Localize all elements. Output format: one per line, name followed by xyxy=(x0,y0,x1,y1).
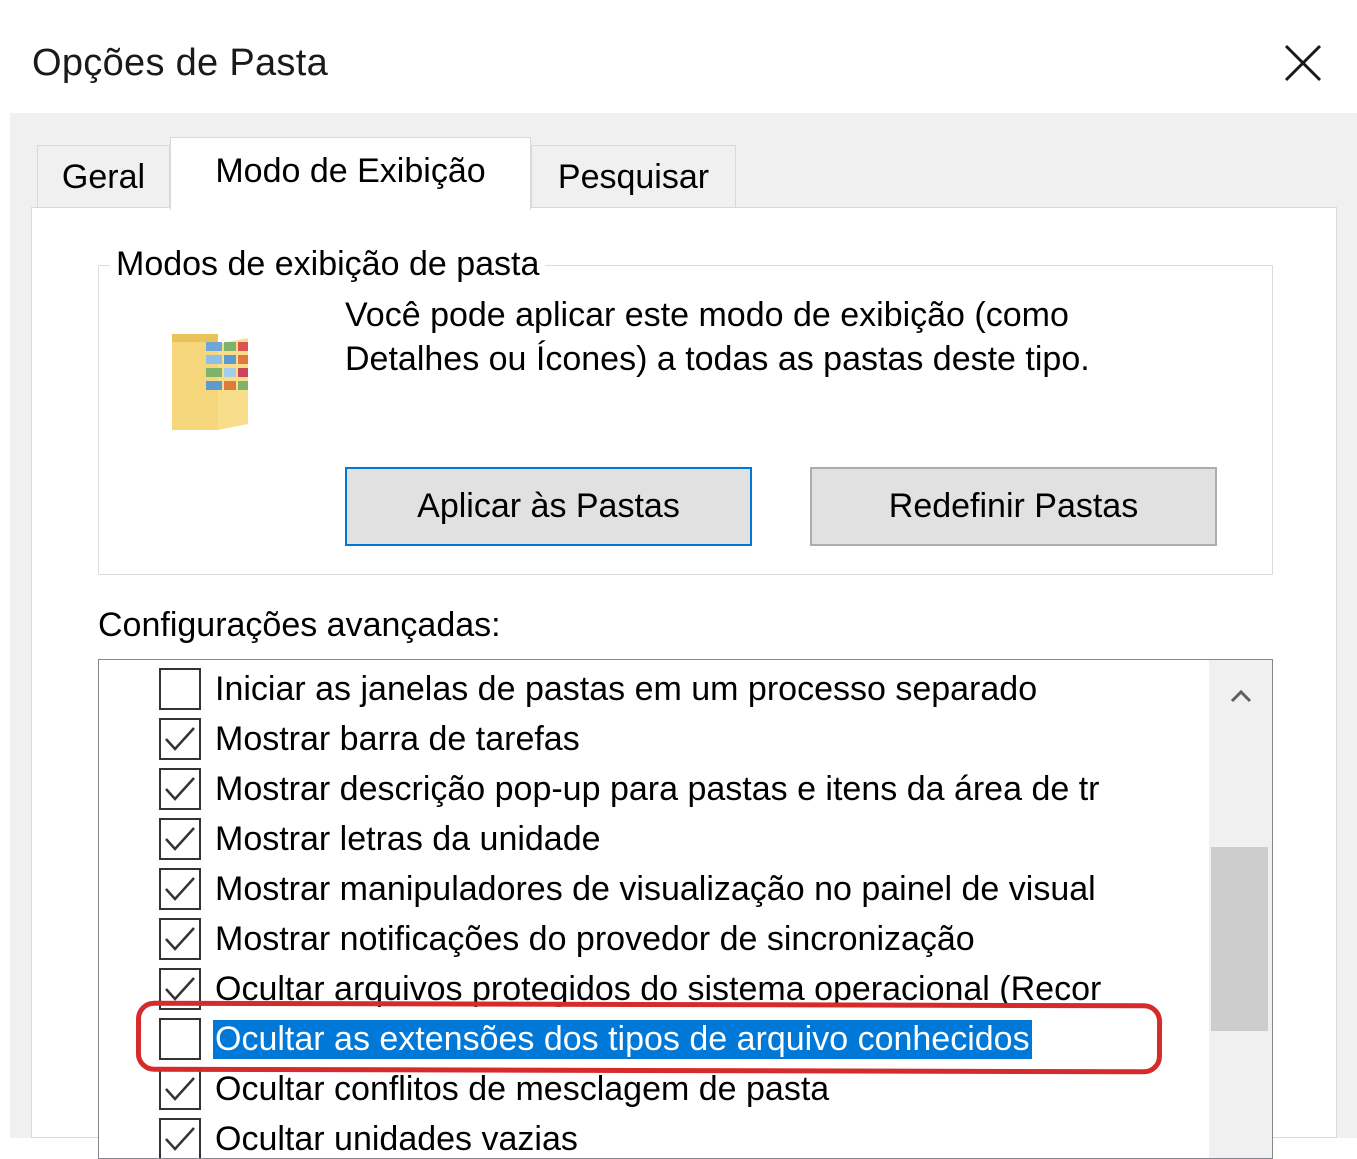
list-item[interactable]: Mostrar notificações do provedor de sinc… xyxy=(159,914,1209,964)
checkmark-icon xyxy=(165,777,195,801)
list-item[interactable]: Mostrar manipuladores de visualização no… xyxy=(159,864,1209,914)
tab-view-label: Modo de Exibição xyxy=(215,152,486,190)
advanced-settings-list[interactable]: Iniciar as janelas de pastas em um proce… xyxy=(98,659,1273,1159)
folder-pictures-icon xyxy=(168,330,256,434)
reset-folders-button[interactable]: Redefinir Pastas xyxy=(810,467,1217,546)
checkmark-icon xyxy=(165,877,195,901)
apply-to-folders-button[interactable]: Aplicar às Pastas xyxy=(345,467,752,546)
checkbox[interactable] xyxy=(159,1068,201,1110)
close-icon xyxy=(1284,44,1322,82)
chevron-up-icon xyxy=(1230,689,1251,703)
checkmark-icon xyxy=(165,1077,195,1101)
dialog-title: Opções de Pasta xyxy=(32,42,329,84)
scroll-up-button[interactable] xyxy=(1209,660,1272,732)
list-item-label: Iniciar as janelas de pastas em um proce… xyxy=(215,669,1038,708)
folder-options-dialog: Opções de Pasta Geral Modo de Exibição P… xyxy=(0,0,1357,1159)
annotation-highlight xyxy=(135,1000,1163,1075)
checkbox[interactable] xyxy=(159,718,201,760)
list-item-label: Mostrar manipuladores de visualização no… xyxy=(215,869,1096,908)
tab-general-label: Geral xyxy=(61,157,146,196)
list-item[interactable]: Mostrar barra de tarefas xyxy=(159,714,1209,764)
vertical-scrollbar[interactable] xyxy=(1209,660,1272,1158)
checkmark-icon xyxy=(165,1127,195,1151)
list-item-label: Ocultar unidades vazias xyxy=(215,1119,578,1158)
checkbox[interactable] xyxy=(159,668,201,710)
checkmark-icon xyxy=(165,727,195,751)
tab-view[interactable]: Modo de Exibição xyxy=(170,137,531,210)
list-item-label: Mostrar notificações do provedor de sinc… xyxy=(215,919,975,958)
checkbox[interactable] xyxy=(159,818,201,860)
checkbox[interactable] xyxy=(159,768,201,810)
checkmark-icon xyxy=(165,977,195,1001)
checkmark-icon xyxy=(165,927,195,951)
checkbox[interactable] xyxy=(159,868,201,910)
advanced-settings-label: Configurações avançadas: xyxy=(98,606,501,644)
list-item-label: Mostrar descrição pop-up para pastas e i… xyxy=(215,769,1100,808)
checkmark-icon xyxy=(165,827,195,851)
tab-search-label: Pesquisar xyxy=(557,157,710,196)
list-item[interactable]: Ocultar unidades vazias xyxy=(159,1114,1209,1158)
list-item-label: Mostrar barra de tarefas xyxy=(215,719,580,758)
folder-views-legend: Modos de exibição de pasta xyxy=(110,245,546,284)
tab-general[interactable]: Geral xyxy=(37,145,170,208)
description-line-2: Detalhes ou Ícones) a todas as pastas de… xyxy=(345,340,1090,378)
advanced-settings-items: Iniciar as janelas de pastas em um proce… xyxy=(99,660,1209,1158)
list-item-label: Mostrar letras da unidade xyxy=(215,819,601,858)
list-item[interactable]: Iniciar as janelas de pastas em um proce… xyxy=(159,664,1209,714)
list-item[interactable]: Mostrar letras da unidade xyxy=(159,814,1209,864)
close-button[interactable] xyxy=(1268,28,1338,98)
list-item-label: Ocultar conflitos de mesclagem de pasta xyxy=(215,1069,830,1108)
tab-search[interactable]: Pesquisar xyxy=(531,145,736,208)
folder-views-description: Você pode aplicar este modo de exibição … xyxy=(345,293,1245,381)
checkbox[interactable] xyxy=(159,918,201,960)
description-line-1: Você pode aplicar este modo de exibição … xyxy=(345,296,1069,334)
scroll-thumb[interactable] xyxy=(1211,847,1268,1031)
list-item[interactable]: Mostrar descrição pop-up para pastas e i… xyxy=(159,764,1209,814)
checkbox[interactable] xyxy=(159,1118,201,1158)
